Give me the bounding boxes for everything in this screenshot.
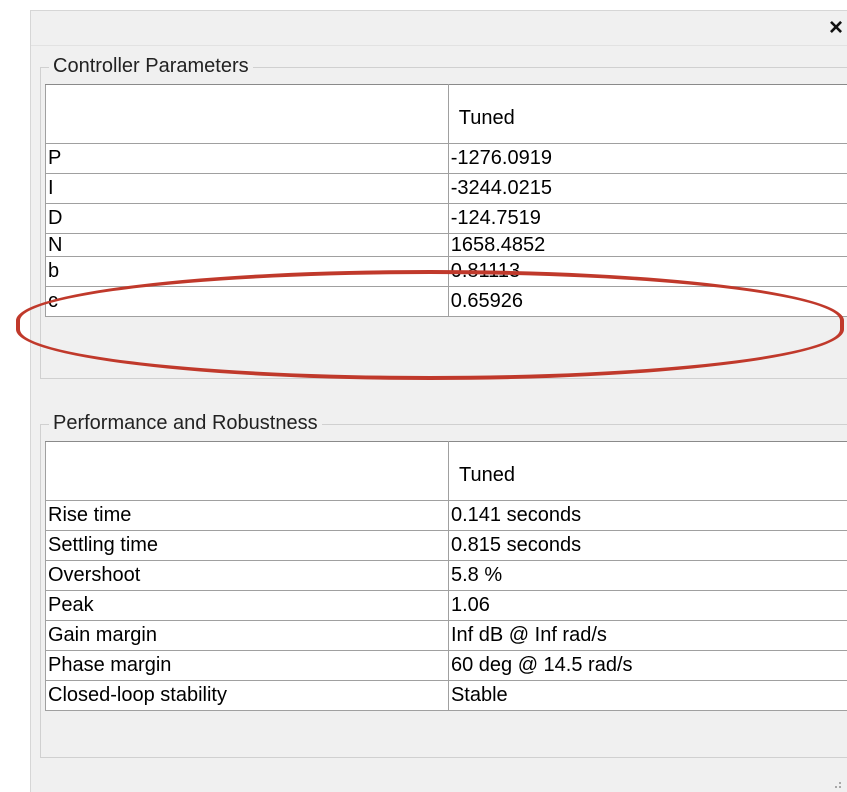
param-value[interactable]: -124.7519 bbox=[447, 203, 847, 234]
header-name-cell bbox=[45, 84, 449, 144]
metric-name: Closed-loop stability bbox=[45, 680, 449, 711]
metric-name: Settling time bbox=[45, 530, 449, 561]
metric-value[interactable]: 0.141 seconds bbox=[447, 500, 847, 531]
metric-value[interactable]: 0.815 seconds bbox=[447, 530, 847, 561]
param-value[interactable]: -1276.0919 bbox=[447, 143, 847, 174]
param-row-c[interactable]: c 0.65926 bbox=[45, 286, 847, 317]
resize-grip-icon[interactable] bbox=[829, 776, 841, 788]
table-header-row: Tuned bbox=[45, 84, 847, 144]
controller-parameters-table: Tuned P -1276.0919 I -3244.0215 D -124.7… bbox=[45, 84, 847, 317]
metric-name: Gain margin bbox=[45, 620, 449, 651]
controller-parameters-group: Controller Parameters Tuned P -1276.0919… bbox=[40, 54, 847, 379]
metric-row-peak[interactable]: Peak 1.06 bbox=[45, 590, 847, 621]
param-name: I bbox=[45, 173, 449, 204]
param-row-d[interactable]: D -124.7519 bbox=[45, 203, 847, 234]
param-value[interactable]: 0.81113 bbox=[447, 256, 847, 287]
param-name: D bbox=[45, 203, 449, 234]
panel-titlebar: × bbox=[31, 11, 847, 46]
metric-name: Overshoot bbox=[45, 560, 449, 591]
header-tuned-cell: Tuned bbox=[447, 84, 847, 144]
param-value[interactable]: 0.65926 bbox=[447, 286, 847, 317]
metric-name: Rise time bbox=[45, 500, 449, 531]
metric-row-phase-margin[interactable]: Phase margin 60 deg @ 14.5 rad/s bbox=[45, 650, 847, 681]
header-name-cell bbox=[45, 441, 449, 501]
param-row-b[interactable]: b 0.81113 bbox=[45, 256, 847, 287]
performance-robustness-group: Performance and Robustness Tuned Rise ti… bbox=[40, 411, 847, 758]
metric-value[interactable]: 5.8 % bbox=[447, 560, 847, 591]
table-header-row: Tuned bbox=[45, 441, 847, 501]
metric-value[interactable]: Inf dB @ Inf rad/s bbox=[447, 620, 847, 651]
param-name: c bbox=[45, 286, 449, 317]
metric-row-gain-margin[interactable]: Gain margin Inf dB @ Inf rad/s bbox=[45, 620, 847, 651]
performance-table: Tuned Rise time 0.141 seconds Settling t… bbox=[45, 441, 847, 711]
metric-row-rise-time[interactable]: Rise time 0.141 seconds bbox=[45, 500, 847, 531]
metric-name: Peak bbox=[45, 590, 449, 621]
performance-robustness-title: Performance and Robustness bbox=[49, 411, 322, 435]
metric-value[interactable]: 1.06 bbox=[447, 590, 847, 621]
param-name: P bbox=[45, 143, 449, 174]
metric-value[interactable]: 60 deg @ 14.5 rad/s bbox=[447, 650, 847, 681]
metric-row-overshoot[interactable]: Overshoot 5.8 % bbox=[45, 560, 847, 591]
header-tuned-cell: Tuned bbox=[447, 441, 847, 501]
metric-row-settling-time[interactable]: Settling time 0.815 seconds bbox=[45, 530, 847, 561]
param-row-p[interactable]: P -1276.0919 bbox=[45, 143, 847, 174]
param-name: b bbox=[45, 256, 449, 287]
controller-parameters-title: Controller Parameters bbox=[49, 54, 253, 78]
metric-name: Phase margin bbox=[45, 650, 449, 681]
param-name: N bbox=[45, 233, 449, 257]
param-row-i[interactable]: I -3244.0215 bbox=[45, 173, 847, 204]
close-icon[interactable]: × bbox=[825, 15, 847, 41]
param-value[interactable]: -3244.0215 bbox=[447, 173, 847, 204]
metric-value[interactable]: Stable bbox=[447, 680, 847, 711]
metric-row-closed-loop-stability[interactable]: Closed-loop stability Stable bbox=[45, 680, 847, 711]
tuning-results-panel: × Controller Parameters Tuned P -1276.09… bbox=[30, 10, 847, 792]
param-value[interactable]: 1658.4852 bbox=[447, 233, 847, 257]
param-row-n[interactable]: N 1658.4852 bbox=[45, 233, 847, 257]
